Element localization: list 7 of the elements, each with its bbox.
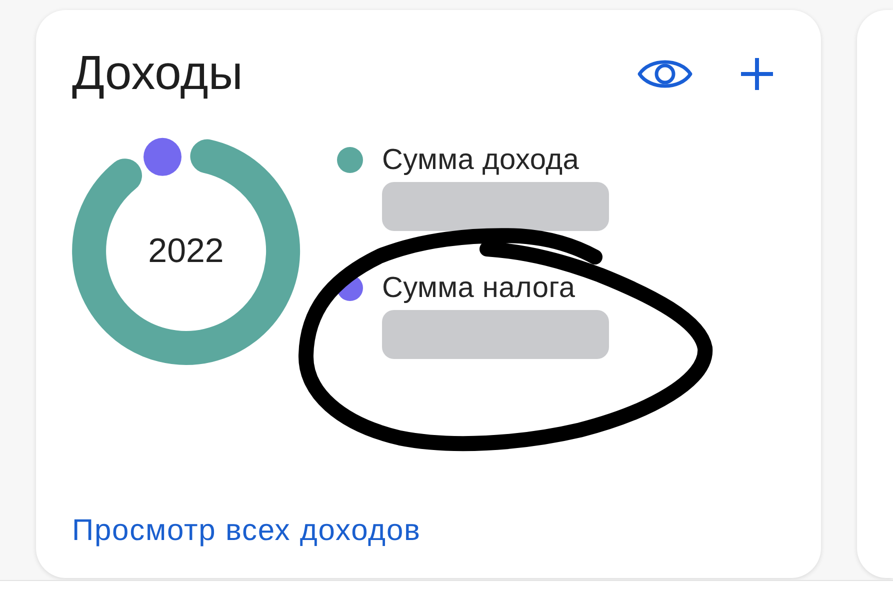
- view-all-link[interactable]: Просмотр всех доходов: [72, 516, 421, 546]
- year-label: 2022: [148, 233, 224, 269]
- legend-label: Сумма дохода: [382, 145, 580, 175]
- card-title: Доходы: [72, 50, 244, 98]
- tax-segment: [144, 138, 182, 176]
- legend-label: Сумма налога: [382, 273, 576, 303]
- plus-icon[interactable]: [741, 58, 773, 90]
